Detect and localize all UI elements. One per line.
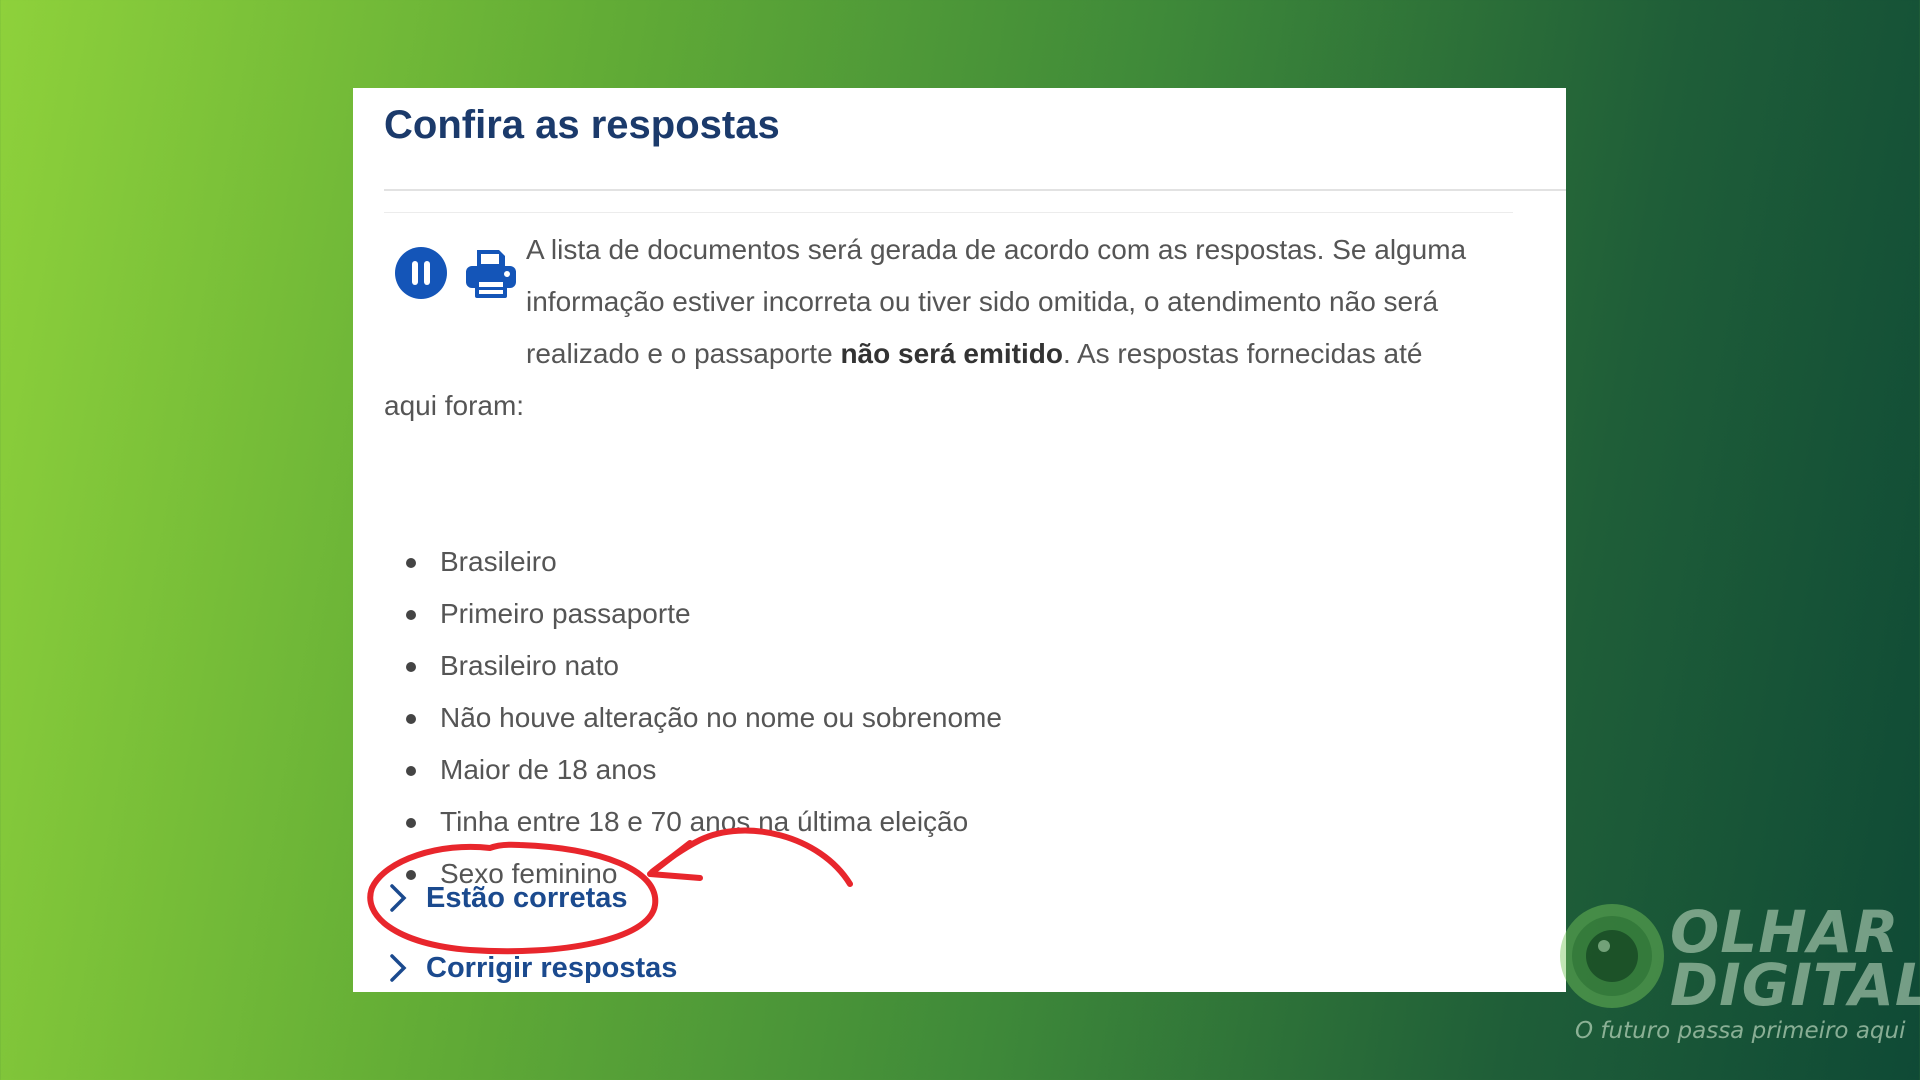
correct-answers-label: Corrigir respostas — [426, 951, 678, 984]
chevron-right-icon — [390, 954, 407, 982]
watermark-brand: OLHAR DIGITAL — [1670, 903, 1920, 1019]
intro-text: A lista de documentos será gerada de aco… — [384, 224, 1474, 432]
list-item: Maior de 18 anos — [384, 744, 1384, 796]
list-item-text: Brasileiro — [440, 546, 557, 577]
watermark-brand-line2: DIGITAL — [1670, 951, 1920, 1019]
list-item: Primeiro passaporte — [384, 588, 1384, 640]
intro-text-emphasis: não será emitido — [840, 338, 1063, 369]
confirm-answers-link[interactable]: Estão corretas — [384, 878, 628, 918]
list-item-text: Primeiro passaporte — [440, 598, 691, 629]
audio-print-toolbar — [394, 246, 524, 306]
list-item-text: Não houve alteração no nome ou sobrenome — [440, 702, 1002, 733]
list-item: Brasileiro — [384, 536, 1384, 588]
list-item-text: Brasileiro nato — [440, 650, 619, 681]
pause-circle-icon[interactable] — [394, 246, 448, 300]
page-title: Confira as respostas — [384, 103, 780, 147]
correct-answers-link[interactable]: Corrigir respostas — [384, 948, 677, 988]
watermark-tagline: O futuro passa primeiro aqui — [1575, 1018, 1906, 1044]
answers-card: Confira as respostas A lista de document… — [353, 88, 1566, 992]
list-item-text: Tinha entre 18 e 70 anos na última eleiç… — [440, 806, 969, 837]
printer-icon[interactable] — [464, 246, 518, 300]
confirm-answers-label: Estão corretas — [426, 881, 628, 914]
list-item: Brasileiro nato — [384, 640, 1384, 692]
chevron-right-icon — [390, 884, 407, 912]
list-item: Tinha entre 18 e 70 anos na última eleiç… — [384, 796, 1384, 848]
answers-list: Brasileiro Primeiro passaporte Brasileir… — [384, 536, 1384, 900]
content-divider — [384, 212, 1513, 213]
title-divider — [384, 189, 1566, 191]
list-item: Não houve alteração no nome ou sobrenome — [384, 692, 1384, 744]
list-item-text: Maior de 18 anos — [440, 754, 657, 785]
